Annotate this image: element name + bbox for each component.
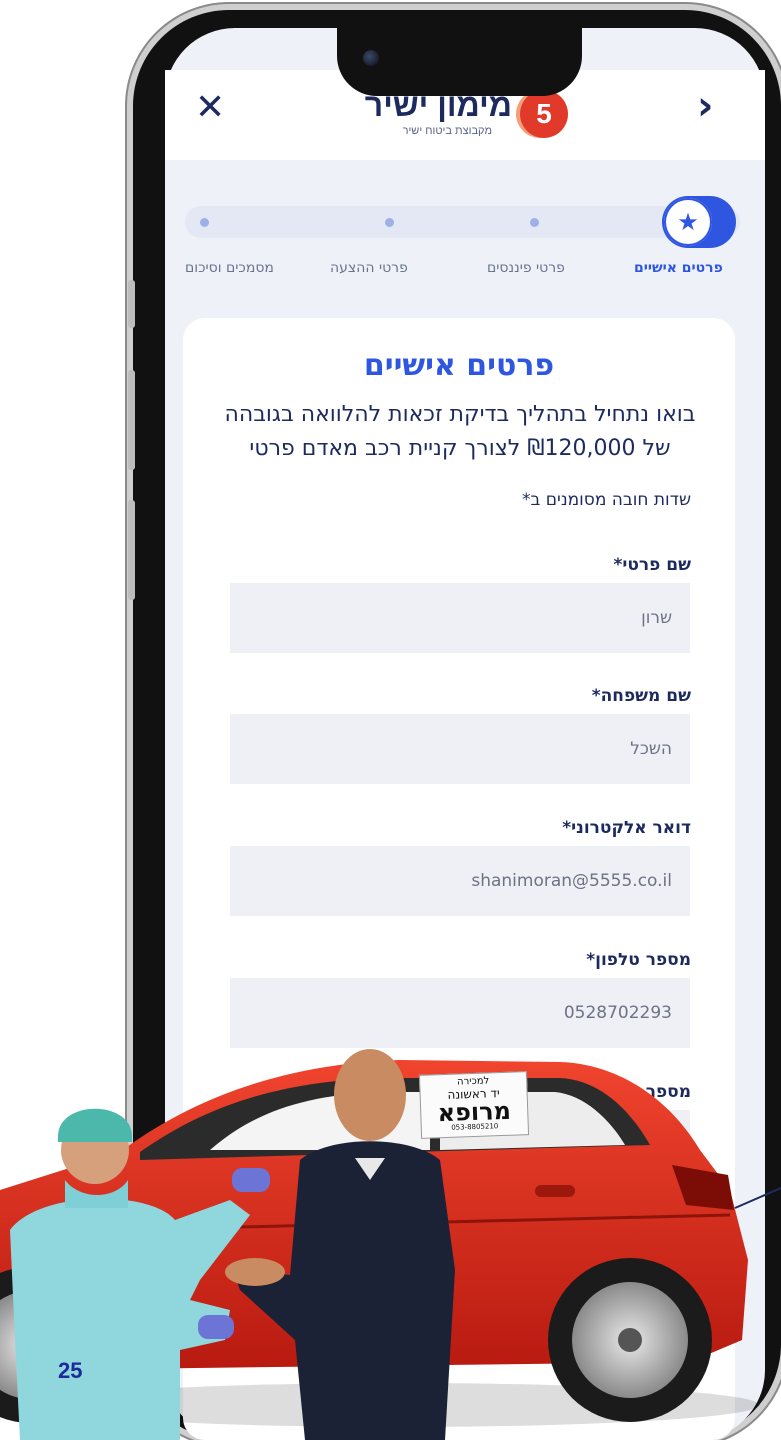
chevron-right-icon[interactable]: › [697, 86, 713, 126]
step-dot-documents [200, 218, 209, 227]
phone-field[interactable]: 0528702293 [230, 978, 690, 1048]
for-sale-sign: למכירה יד ראשונה מרופא 053-8805210 [418, 1071, 530, 1139]
volume-down-button [128, 500, 135, 600]
camera-icon [363, 50, 379, 66]
last-name-label: שם משפחה* [591, 686, 691, 706]
star-icon: ★ [664, 198, 712, 246]
step-dot-offer [385, 218, 394, 227]
first-name-value: שרון [641, 608, 672, 628]
first-name-label: שם פרטי* [613, 555, 691, 575]
volume-up-button [128, 370, 135, 470]
step-offer[interactable]: פרטי ההצעה [330, 260, 408, 276]
step-documents[interactable]: מסמכים וסיכום [185, 260, 274, 276]
promo-scene [0, 1049, 781, 1440]
phone-label: מספר טלפון* [586, 950, 691, 970]
stage: ✕ › 5 מימון ישיר מקבוצת ביטוח ישיר ★ פרט… [0, 0, 781, 1440]
progress-track [185, 206, 740, 238]
last-name-value: השכל [630, 739, 672, 759]
form-title: פרטים אישיים [363, 348, 555, 383]
email-label: דואר אלקטרוני* [562, 818, 691, 838]
phone-value: 0528702293 [563, 1003, 672, 1023]
first-name-field[interactable]: שרון [230, 583, 690, 653]
step-finance[interactable]: פרטי פיננסים [487, 260, 565, 276]
logo-subtitle: מקבוצת ביטוח ישיר [402, 125, 492, 137]
form-intro: בואו נתחיל בתהליך בדיקת זכאות להלוואה בג… [224, 402, 696, 461]
page-number: 25 [58, 1358, 83, 1383]
close-icon[interactable]: ✕ [195, 90, 225, 126]
logo-number: 5 [520, 90, 568, 138]
email-field[interactable]: shanimoran@5555.co.il [230, 846, 690, 916]
required-note: שדות חובה מסומנים ב* [522, 490, 691, 510]
last-name-field[interactable]: השכל [230, 714, 690, 784]
step-dot-finance [530, 218, 539, 227]
mute-switch [128, 280, 135, 328]
step-personal[interactable]: פרטים אישיים [634, 260, 723, 276]
email-value: shanimoran@5555.co.il [471, 871, 672, 891]
